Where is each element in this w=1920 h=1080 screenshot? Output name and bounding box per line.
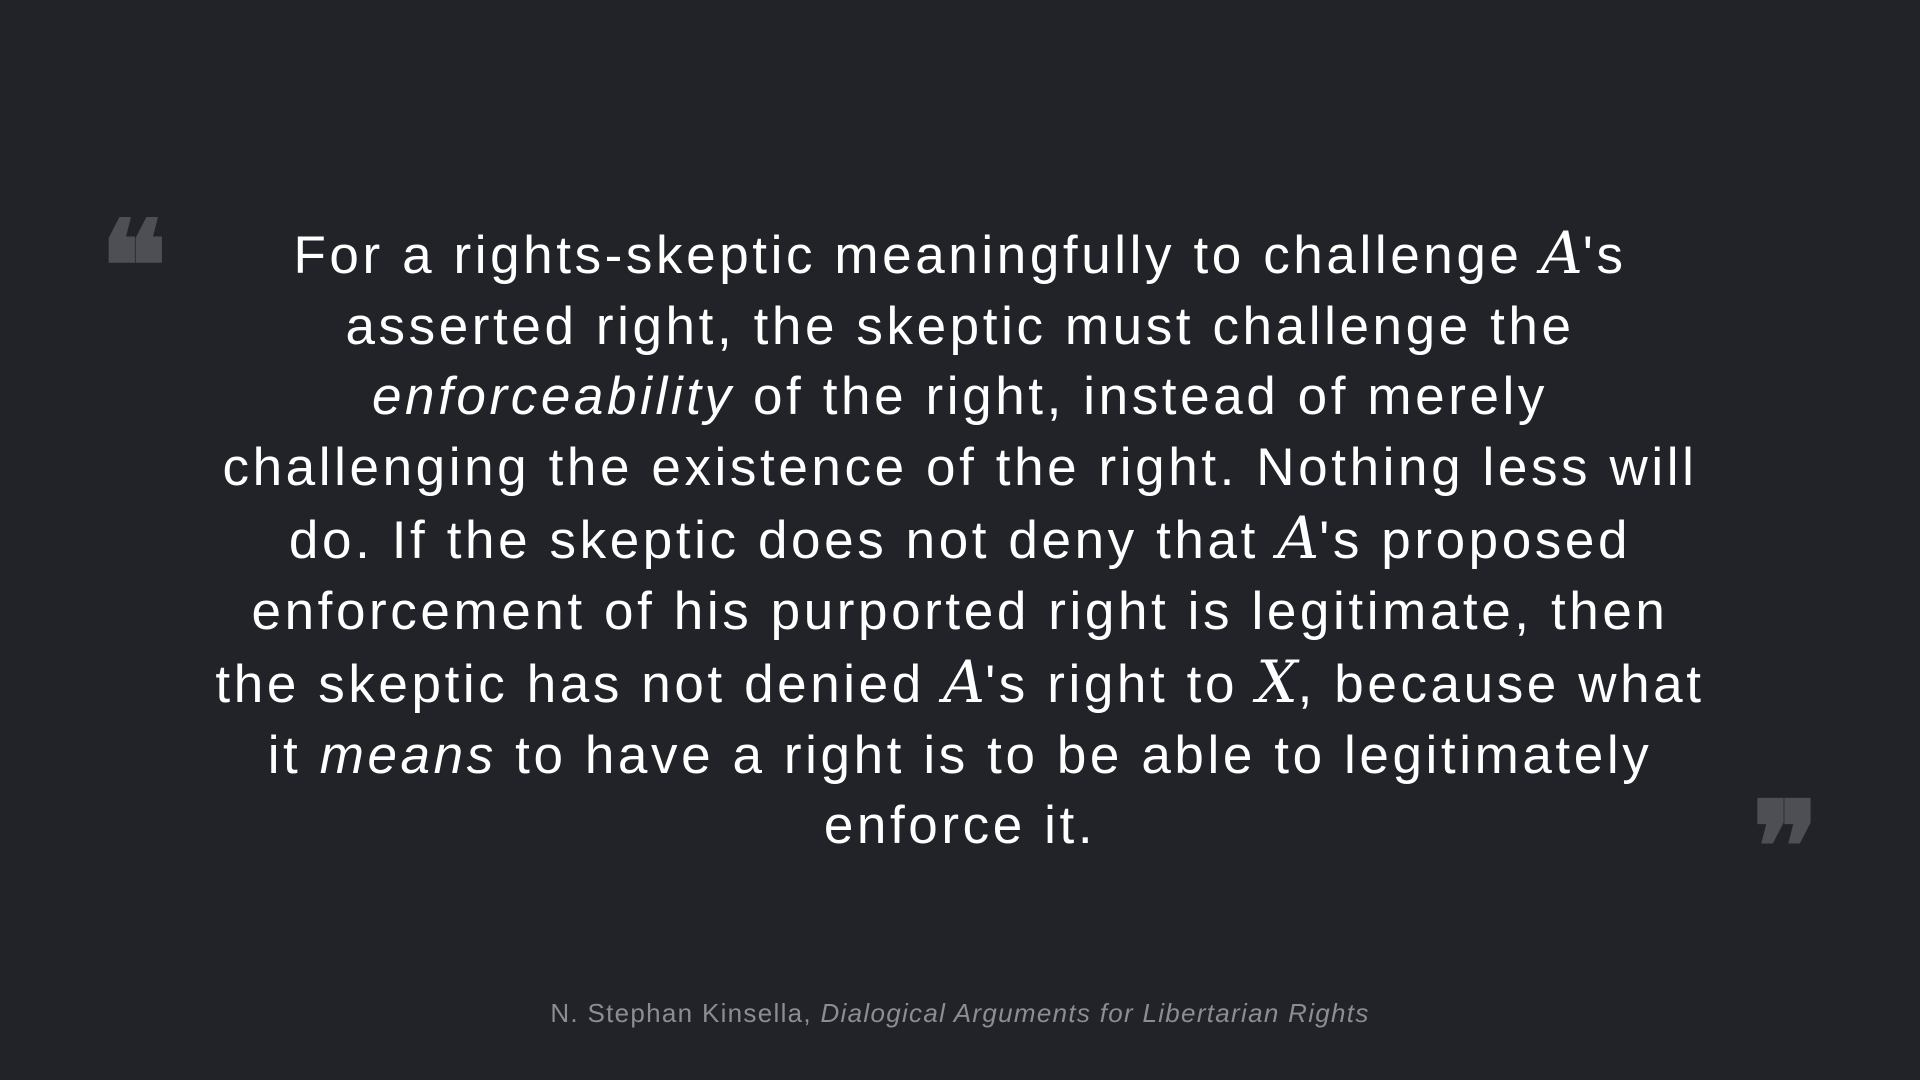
math-variable: A — [1540, 219, 1583, 287]
attribution: N. Stephan Kinsella, Dialogical Argument… — [0, 998, 1920, 1029]
attribution-work-title: Dialogical Arguments for Libertarian Rig… — [820, 998, 1370, 1028]
math-variable: A — [943, 648, 986, 716]
quote-card: ❝ For a rights-skeptic meaningfully to c… — [0, 0, 1920, 1080]
emphasis-text: enforceability — [371, 367, 735, 426]
emphasis-text: means — [319, 725, 497, 785]
quote-segment: 's right to — [985, 655, 1257, 714]
math-variable: X — [1256, 648, 1298, 716]
open-quote-icon: ❝ — [100, 194, 168, 340]
attribution-author: N. Stephan Kinsella, — [550, 998, 821, 1028]
close-quote-icon: ❞ — [1752, 775, 1820, 921]
quote-segment: For a rights-skeptic meaningfully to cha… — [293, 226, 1541, 285]
quote-segment: to have a right is to be able to legitim… — [496, 725, 1653, 856]
math-variable: A — [1277, 504, 1320, 572]
quote-text: For a rights-skeptic meaningfully to cha… — [215, 218, 1705, 862]
